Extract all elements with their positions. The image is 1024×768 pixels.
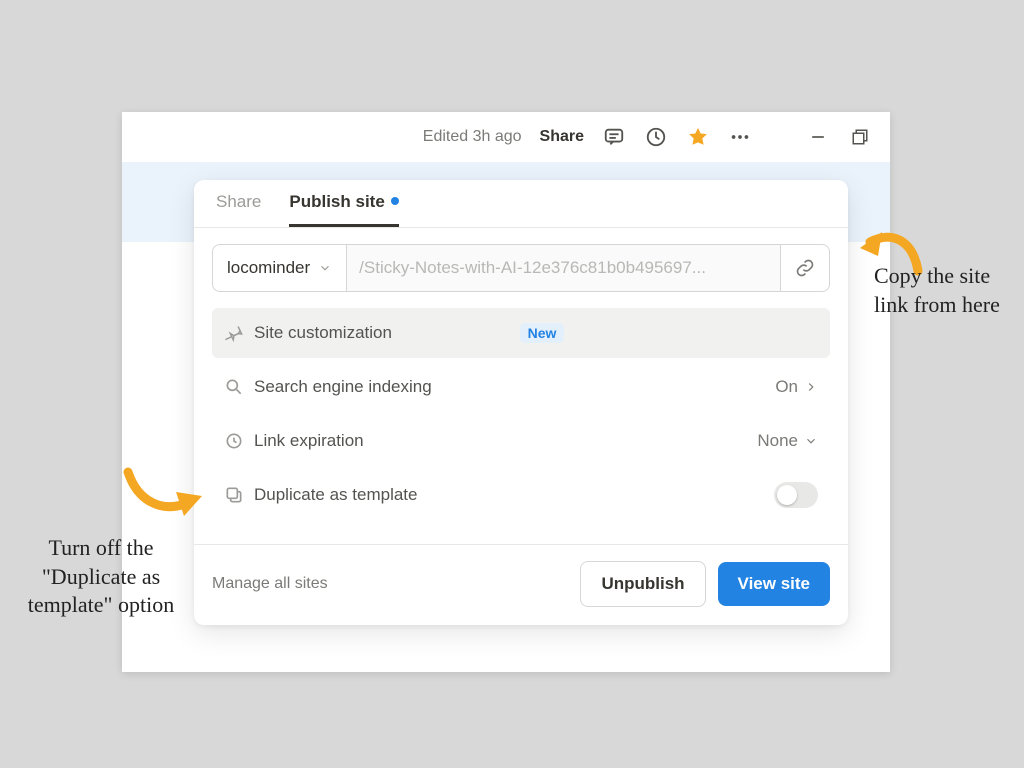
clock-icon (224, 431, 244, 451)
popover-footer: Manage all sites Unpublish View site (194, 545, 848, 625)
manage-all-sites-link[interactable]: Manage all sites (212, 575, 568, 593)
popover-tabs: Share Publish site (194, 180, 848, 228)
pin-icon (224, 323, 244, 343)
site-customization-label: Site customization (254, 323, 508, 343)
site-domain-text: locominder (227, 258, 310, 278)
chevron-down-icon (804, 434, 818, 448)
duplicate-as-template-label: Duplicate as template (254, 485, 774, 505)
comments-icon[interactable] (602, 125, 626, 149)
site-path-field[interactable]: /Sticky-Notes-with-AI-12e376c81b0b495697… (347, 245, 780, 291)
annotation-copy-link-text: Copy the site link from here (874, 262, 1014, 319)
annotation-arrow-duplicate (118, 462, 208, 537)
titlebar: Edited 3h ago Share (122, 112, 890, 162)
link-icon (795, 258, 815, 278)
maximize-icon[interactable] (848, 125, 872, 149)
more-menu-icon[interactable] (728, 125, 752, 149)
row-duplicate-as-template: Duplicate as template (212, 470, 830, 520)
duplicate-as-template-toggle[interactable] (774, 482, 818, 508)
chevron-right-icon (804, 380, 818, 394)
tab-publish-label: Publish site (289, 192, 384, 211)
tab-share[interactable]: Share (216, 192, 261, 227)
copy-link-button[interactable] (780, 245, 829, 291)
favorite-star-icon[interactable] (686, 125, 710, 149)
site-domain-dropdown[interactable]: locominder (213, 245, 347, 291)
row-site-customization[interactable]: Site customization New (212, 308, 830, 358)
duplicate-icon (224, 485, 244, 505)
link-expiration-label: Link expiration (254, 431, 757, 451)
share-button[interactable]: Share (540, 128, 584, 146)
search-indexing-value: On (775, 377, 818, 397)
search-icon (224, 377, 244, 397)
published-indicator-dot (391, 197, 399, 205)
search-indexing-label: Search engine indexing (254, 377, 775, 397)
view-site-button[interactable]: View site (718, 562, 830, 606)
site-url-row: locominder /Sticky-Notes-with-AI-12e376c… (212, 244, 830, 292)
new-badge: New (520, 323, 565, 343)
annotation-duplicate-text: Turn off the "Duplicate as template" opt… (12, 534, 190, 620)
row-search-indexing[interactable]: Search engine indexing On (212, 362, 830, 412)
minimize-icon[interactable] (806, 125, 830, 149)
chevron-down-icon (318, 261, 332, 275)
history-icon[interactable] (644, 125, 668, 149)
unpublish-button[interactable]: Unpublish (580, 561, 705, 607)
edited-timestamp: Edited 3h ago (423, 128, 522, 146)
row-link-expiration[interactable]: Link expiration None (212, 416, 830, 466)
publish-popover: Share Publish site locominder /Sticky-No… (194, 180, 848, 625)
tab-publish-site[interactable]: Publish site (289, 192, 398, 227)
link-expiration-value: None (757, 431, 818, 451)
